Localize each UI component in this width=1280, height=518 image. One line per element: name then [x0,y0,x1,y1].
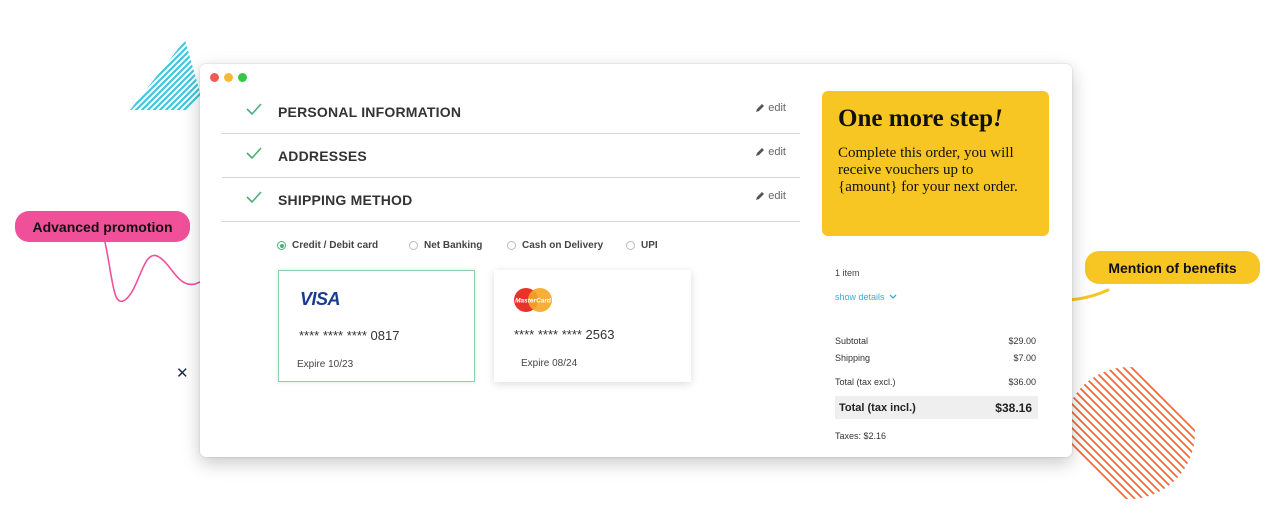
item-count: 1 item [835,268,860,278]
card-number: **** **** **** 0817 [299,328,400,343]
radio-selected-icon [277,241,286,250]
edit-label: edit [768,146,786,158]
edit-link[interactable]: edit [755,102,786,114]
payment-option-label: UPI [641,240,658,251]
window-maximize-dot[interactable] [238,73,247,82]
shipping-label: Shipping [835,353,871,363]
pencil-icon [756,192,765,200]
payment-option-label: Cash on Delivery [522,240,604,251]
total-incl-value: $38.16 [995,401,1032,415]
promo-heading: One more step! [838,105,1033,133]
chevron-down-icon [889,294,896,299]
subtotal-value: $29.00 [1008,336,1036,346]
show-details-link[interactable]: show details [835,292,897,302]
payment-option-label: Credit / Debit card [292,240,379,251]
pencil-icon [756,148,765,156]
window-close-dot[interactable] [210,73,219,82]
visa-logo: VISA [300,289,341,309]
window-minimize-dot[interactable] [224,73,233,82]
edit-link[interactable]: edit [755,190,786,202]
total-excl-row: Total (tax excl.) $36.00 [835,377,1038,387]
card-number: **** **** **** 2563 [514,327,615,342]
subtotal-row: Subtotal $29.00 [835,336,1038,346]
promo-box: One more step! Complete this order, you … [822,91,1049,236]
total-incl-label: Total (tax incl.) [839,402,916,414]
cyan-hatched-triangle-decoration [130,40,205,110]
shipping-row: Shipping $7.00 [835,353,1038,363]
card-expiry: Expire 08/24 [521,358,578,369]
radio-icon [507,241,516,250]
taxes-label: Taxes: $2.16 [835,431,887,441]
shipping-value: $7.00 [1013,353,1036,363]
check-icon [246,191,262,204]
payment-option-net-banking[interactable]: Net Banking [409,240,482,251]
saved-card-visa[interactable]: VISA **** **** **** 0817 Expire 10/23 [278,270,475,382]
edit-link[interactable]: edit [755,146,786,158]
payment-option-cash-on-delivery[interactable]: Cash on Delivery [507,240,603,251]
card-expiry: Expire 10/23 [297,359,354,370]
step-title: PERSONAL INFORMATION [278,104,462,120]
radio-icon [626,241,635,250]
check-icon [246,103,262,116]
cross-mark-decoration: ✕ [176,365,189,382]
subtotal-label: Subtotal [835,336,869,346]
taxes-row: Taxes: $2.16 [835,431,1038,441]
edit-label: edit [768,190,786,202]
mastercard-logo: MasterCard [514,288,552,312]
saved-card-mastercard[interactable]: MasterCard **** **** **** 2563 Expire 08… [494,270,691,382]
step-addresses[interactable]: ADDRESSES edit [222,134,800,178]
orange-hatched-circle-decoration [1063,367,1195,499]
promo-heading-text: One more step [838,105,994,132]
show-details-label: show details [835,292,885,302]
payment-option-upi[interactable]: UPI [626,240,658,251]
total-incl-row: Total (tax incl.) $38.16 [835,396,1038,419]
payment-option-label: Net Banking [424,240,483,251]
step-title: ADDRESSES [278,148,367,164]
pencil-icon [756,104,765,112]
advanced-promotion-label: Advanced promotion [15,211,190,242]
step-shipping-method[interactable]: SHIPPING METHOD edit [222,178,800,222]
radio-icon [409,241,418,250]
promo-body: Complete this order, you will receive vo… [838,145,1018,195]
promo-heading-exclamation: ! [993,105,1003,132]
mastercard-logo-text: MasterCard [515,298,552,305]
check-icon [246,147,262,160]
edit-label: edit [768,102,786,114]
total-excl-label: Total (tax excl.) [835,377,896,387]
step-title: SHIPPING METHOD [278,192,413,208]
total-excl-value: $36.00 [1008,377,1036,387]
payment-option-card[interactable]: Credit / Debit card [277,240,378,251]
step-personal-information[interactable]: PERSONAL INFORMATION edit [222,90,800,134]
